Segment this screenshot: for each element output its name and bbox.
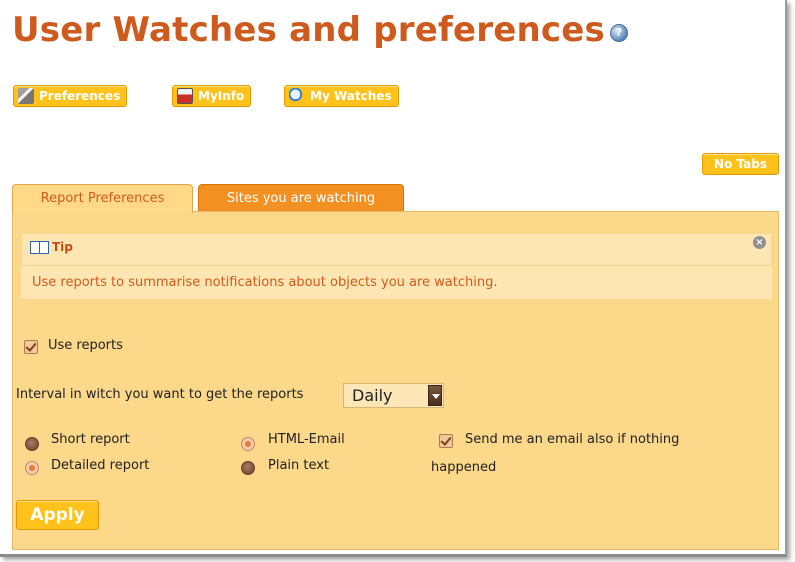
send-email-checkbox[interactable] [439,434,453,448]
tip-text: Use reports to summarise notifications a… [21,265,772,299]
send-email-label-line2: happened [431,460,497,475]
html-email-radio[interactable] [241,437,255,451]
my-watches-button[interactable]: My Watches [284,85,399,107]
preferences-label: Preferences [39,89,121,103]
book-icon [30,240,49,254]
preferences-icon [18,88,34,104]
tip-heading-label: Tip [52,240,73,254]
plain-text-label: Plain text [268,458,330,473]
chevron-down-icon [428,385,442,406]
detailed-report-label: Detailed report [51,458,150,473]
use-reports-checkbox[interactable] [24,340,38,354]
tab-report-preferences[interactable]: Report Preferences [12,184,193,213]
myinfo-label: MyInfo [198,89,245,103]
interval-label: Interval in witch you want to get the re… [16,387,304,402]
apply-button[interactable]: Apply [16,500,99,530]
tip-heading: Tip [30,240,73,254]
interval-select[interactable]: Daily [343,383,444,408]
html-email-label: HTML-Email [268,432,345,447]
use-reports-label: Use reports [48,338,123,353]
myinfo-button[interactable]: MyInfo [172,85,252,107]
close-icon[interactable]: × [753,236,766,249]
tab-sites-watching[interactable]: Sites you are watching [198,184,404,212]
my-watches-label: My Watches [310,89,392,103]
interval-select-value: Daily [352,386,393,405]
detailed-report-radio[interactable] [25,461,39,475]
preferences-button[interactable]: Preferences [13,85,128,107]
myinfo-icon [177,88,193,104]
send-email-label-line1: Send me an email also if nothing [465,432,680,447]
help-icon[interactable]: ? [610,24,628,42]
plain-text-radio[interactable] [241,461,255,475]
magnifier-icon [289,88,305,104]
no-tabs-button[interactable]: No Tabs [702,153,779,175]
page-title: User Watches and preferences [12,10,605,50]
short-report-label: Short report [51,432,130,447]
short-report-radio[interactable] [25,437,39,451]
